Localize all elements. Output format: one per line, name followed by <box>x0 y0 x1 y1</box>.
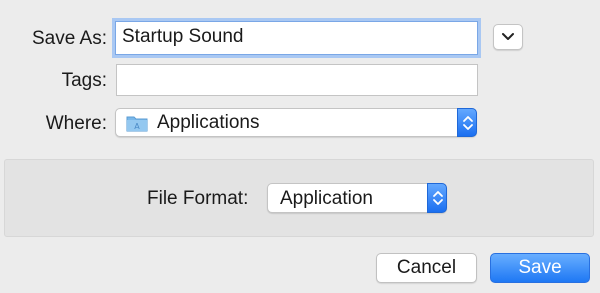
where-stepper <box>457 108 477 137</box>
expand-button[interactable] <box>493 24 523 50</box>
file-format-label: File Format: <box>147 188 249 209</box>
save-as-label: Save As: <box>32 28 107 49</box>
svg-text:A: A <box>134 122 140 131</box>
file-format-stepper <box>427 183 447 213</box>
file-format-popup[interactable]: Application <box>267 183 447 213</box>
tags-label: Tags: <box>61 70 107 91</box>
folder-icon: A <box>126 116 148 132</box>
where-value: Applications <box>157 112 260 133</box>
up-down-arrows-icon <box>463 115 473 130</box>
save-as-value: Startup Sound <box>122 26 244 47</box>
where-label: Where: <box>45 113 107 134</box>
tags-field[interactable] <box>116 64 478 96</box>
where-popup[interactable]: A Applications <box>115 108 477 137</box>
save-button[interactable]: Save <box>490 253 590 283</box>
file-format-value: Application <box>280 188 373 209</box>
chevron-down-icon <box>502 33 514 40</box>
up-down-arrows-icon <box>433 191 443 205</box>
cancel-button[interactable]: Cancel <box>376 253 477 283</box>
save-as-field[interactable]: Startup Sound <box>115 21 478 55</box>
